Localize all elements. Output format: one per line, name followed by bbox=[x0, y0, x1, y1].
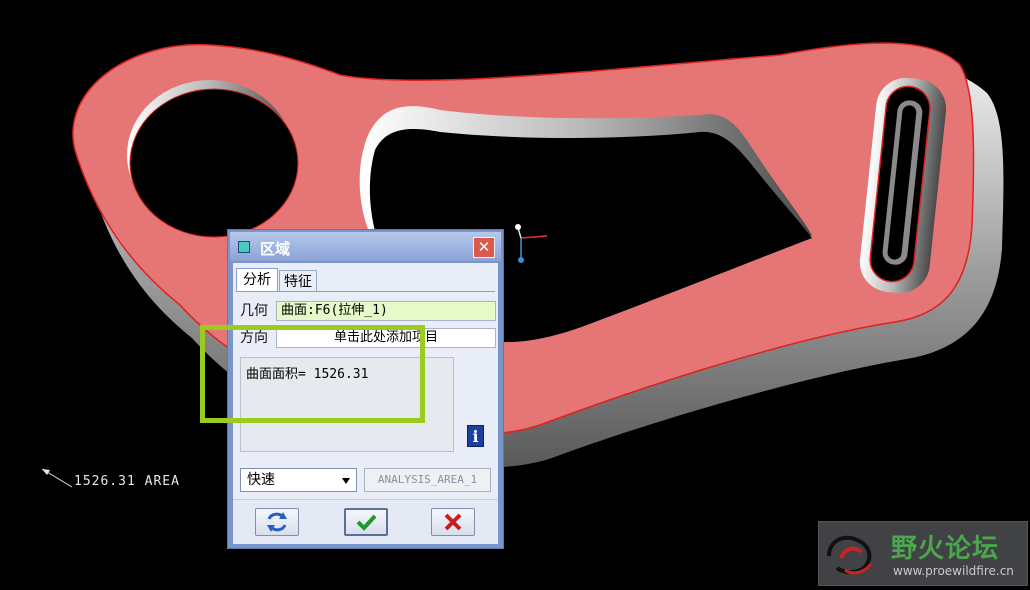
analysis-mode-value: 快速 bbox=[247, 472, 275, 488]
highlight-rectangle bbox=[200, 325, 425, 423]
info-icon[interactable]: i bbox=[467, 425, 484, 447]
ok-button[interactable] bbox=[344, 508, 388, 536]
repeat-button[interactable] bbox=[255, 508, 299, 536]
watermark-title: 野火论坛 bbox=[891, 534, 1000, 564]
watermark-url: www.proewildfire.cn bbox=[893, 564, 1014, 578]
repeat-icon bbox=[267, 512, 287, 532]
close-button[interactable]: ✕ bbox=[473, 237, 495, 258]
area-annotation[interactable]: 1526.31 AREA bbox=[74, 474, 180, 489]
dialog-app-icon bbox=[238, 241, 250, 253]
geometry-collector[interactable]: 曲面:F6(拉伸_1) bbox=[276, 301, 496, 321]
dialog-button-row bbox=[233, 499, 498, 544]
checkmark-icon bbox=[356, 514, 377, 531]
analysis-name-field[interactable]: ANALYSIS_AREA_1 bbox=[364, 468, 491, 492]
cancel-x-icon bbox=[444, 513, 462, 531]
area-annotation-leader bbox=[41, 468, 73, 488]
analysis-mode-select[interactable]: 快速 bbox=[240, 468, 357, 492]
chevron-down-icon bbox=[342, 478, 350, 484]
dialog-title: 区域 bbox=[260, 240, 291, 258]
geometry-label: 几何 bbox=[240, 303, 268, 319]
dialog-titlebar[interactable]: 区域 ✕ bbox=[230, 232, 501, 261]
part-round-hole bbox=[129, 88, 299, 238]
forum-watermark: 野火论坛 www.proewildfire.cn bbox=[818, 521, 1028, 586]
tab-feature[interactable]: 特征 bbox=[279, 270, 317, 292]
tab-analysis[interactable]: 分析 bbox=[236, 268, 278, 292]
cancel-button[interactable] bbox=[431, 508, 475, 536]
forum-logo-icon bbox=[827, 535, 873, 575]
model-viewport[interactable] bbox=[0, 0, 1030, 590]
